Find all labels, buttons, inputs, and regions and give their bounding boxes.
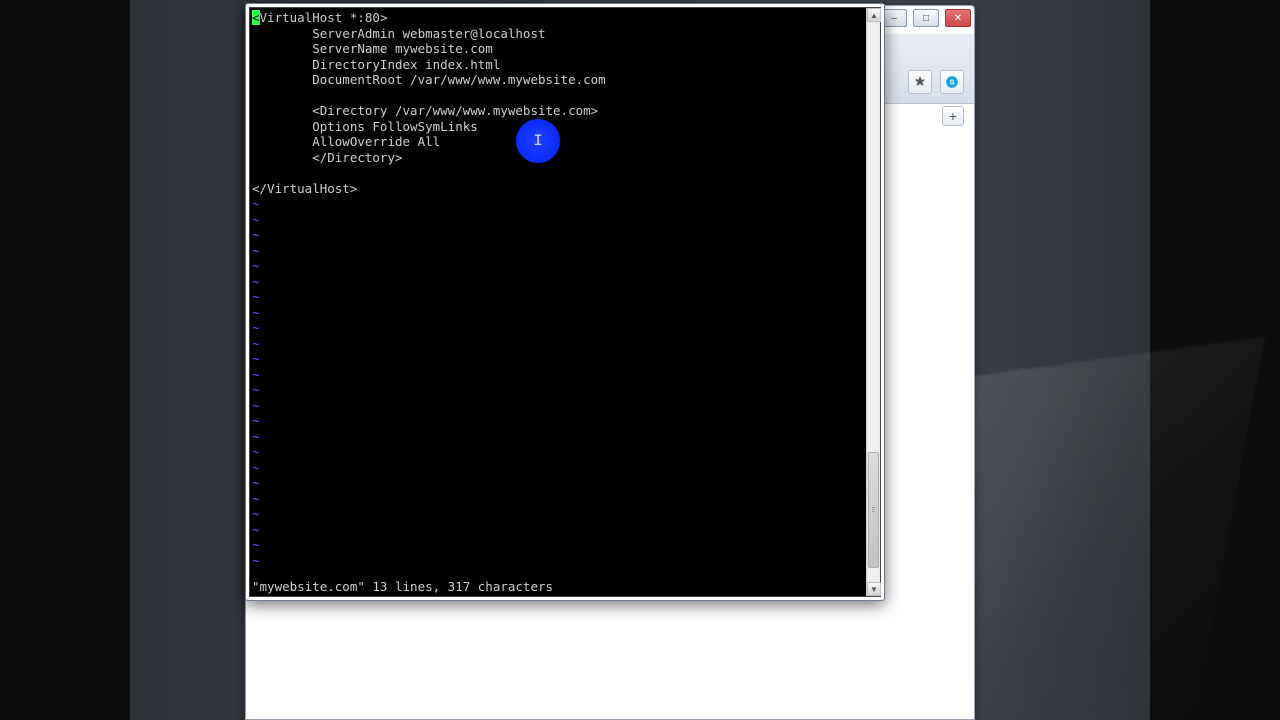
vim-tilde: ~ bbox=[252, 553, 260, 568]
vim-tilde: ~ bbox=[252, 537, 260, 552]
vim-tilde: ~ bbox=[252, 460, 260, 475]
vim-tilde: ~ bbox=[252, 305, 260, 320]
favorites-icon[interactable] bbox=[908, 70, 932, 94]
vim-tilde: ~ bbox=[252, 243, 260, 258]
vim-tilde: ~ bbox=[252, 382, 260, 397]
maximize-button[interactable]: □ bbox=[913, 9, 939, 27]
vim-tilde: ~ bbox=[252, 506, 260, 521]
vim-tilde: ~ bbox=[252, 289, 260, 304]
vim-tilde: ~ bbox=[252, 196, 260, 211]
toolbar-icons: S bbox=[908, 70, 964, 94]
maximize-glyph: □ bbox=[923, 13, 929, 24]
vim-tilde: ~ bbox=[252, 444, 260, 459]
letterbox-left bbox=[0, 0, 130, 720]
vim-tilde: ~ bbox=[252, 367, 260, 382]
editor-line-8: AllowOverride All bbox=[252, 134, 440, 149]
editor-line-3: DirectoryIndex index.html bbox=[252, 57, 500, 72]
plus-icon: + bbox=[949, 108, 957, 124]
editor-line-7: Options FollowSymLinks bbox=[252, 119, 478, 134]
vim-tilde: ~ bbox=[252, 429, 260, 444]
editor-line-11: </VirtualHost> bbox=[252, 181, 357, 196]
new-tab-button[interactable]: + bbox=[942, 106, 964, 126]
editor-line-1: ServerAdmin webmaster@localhost bbox=[252, 26, 546, 41]
vim-tilde: ~ bbox=[252, 336, 260, 351]
close-button[interactable]: ✕ bbox=[945, 9, 971, 27]
scroll-up-button[interactable]: ▲ bbox=[867, 8, 881, 22]
editor-line-2: ServerName mywebsite.com bbox=[252, 41, 493, 56]
editor-line-4: DocumentRoot /var/www/www.mywebsite.com bbox=[252, 72, 606, 87]
scroll-thumb[interactable] bbox=[868, 452, 879, 568]
editor-line-6: <Directory /var/www/www.mywebsite.com> bbox=[252, 103, 598, 118]
window-titlebar-buttons: – □ ✕ bbox=[881, 9, 971, 27]
vim-tilde: ~ bbox=[252, 227, 260, 242]
minimize-glyph: – bbox=[891, 13, 897, 24]
scroll-down-button[interactable]: ▼ bbox=[867, 582, 881, 596]
terminal-scrollbar[interactable]: ▲ ▼ bbox=[866, 8, 880, 596]
editor-cursor: < bbox=[252, 10, 260, 25]
skype-icon: S bbox=[945, 75, 959, 89]
terminal-viewport[interactable]: <VirtualHost *:80> ServerAdmin webmaster… bbox=[249, 7, 881, 597]
star-dropdown-icon bbox=[913, 75, 927, 89]
editor-line-0: VirtualHost *:80> bbox=[260, 10, 388, 25]
vim-tilde: ~ bbox=[252, 522, 260, 537]
vim-tilde: ~ bbox=[252, 212, 260, 227]
vim-tilde: ~ bbox=[252, 413, 260, 428]
skype-extension-icon[interactable]: S bbox=[940, 70, 964, 94]
editor-status-line: "mywebsite.com" 13 lines, 317 characters bbox=[252, 579, 864, 594]
vim-tilde: ~ bbox=[252, 258, 260, 273]
vim-tilde: ~ bbox=[252, 491, 260, 506]
editor-line-9: </Directory> bbox=[252, 150, 403, 165]
terminal-text[interactable]: <VirtualHost *:80> ServerAdmin webmaster… bbox=[250, 8, 866, 596]
close-glyph: ✕ bbox=[954, 13, 962, 24]
vim-tilde: ~ bbox=[252, 398, 260, 413]
vim-tilde: ~ bbox=[252, 320, 260, 335]
terminal-window: <VirtualHost *:80> ServerAdmin webmaster… bbox=[245, 3, 885, 601]
vim-tilde: ~ bbox=[252, 475, 260, 490]
vim-tilde: ~ bbox=[252, 351, 260, 366]
vim-tilde: ~ bbox=[252, 274, 260, 289]
svg-text:S: S bbox=[949, 77, 954, 86]
